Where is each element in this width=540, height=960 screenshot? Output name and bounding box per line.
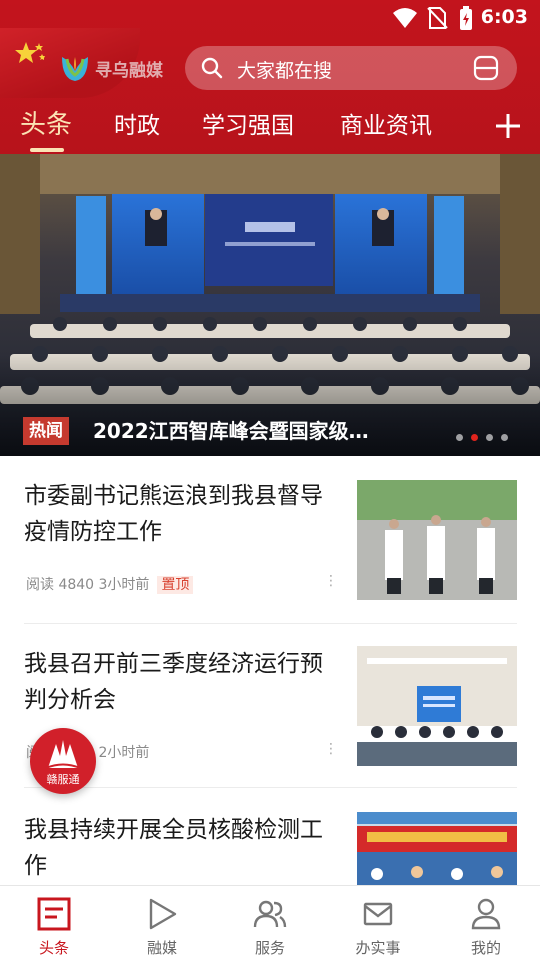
banner-photo — [0, 154, 540, 456]
flag-stars-icon — [15, 42, 45, 63]
headline-banner[interactable]: 热闻 2022江西智库峰会暨国家级… — [0, 154, 540, 456]
carousel-dot-active — [471, 434, 478, 441]
news-thumbnail[interactable] — [357, 646, 517, 766]
logo-text: 寻乌融媒 — [95, 60, 163, 81]
app-screen: 6:03 寻乌融媒 大家都在搜 头条 时政 学习强国 商业资讯 热闻 2022江… — [0, 0, 540, 960]
carousel-indicator — [456, 434, 508, 441]
carousel-dot — [501, 434, 508, 441]
nav-label: 融媒 — [146, 939, 177, 957]
nav-label: 服务 — [254, 939, 285, 957]
play-icon — [149, 898, 177, 930]
more-options-icon[interactable]: ⋮ — [324, 574, 338, 588]
nav-label: 头条 — [38, 939, 69, 957]
nav-label: 我的 — [470, 939, 501, 957]
status-time: 6:03 — [480, 6, 528, 28]
pinned-badge: 置顶 — [157, 576, 194, 594]
fab-label: 赣服通 — [46, 773, 80, 786]
search-bar[interactable]: 大家都在搜 — [185, 46, 517, 90]
tab-politics[interactable]: 时政 — [114, 106, 160, 140]
news-meta: 阅读 4840 3小时前 置顶 — [26, 574, 194, 594]
news-title[interactable]: 市委副书记熊运浪到我县督导疫情防控工作 — [24, 478, 334, 550]
nav-item-headlines[interactable]: 头条 — [0, 886, 108, 960]
no-sim-icon — [427, 7, 448, 29]
wifi-icon — [393, 8, 417, 28]
nav-item-media[interactable]: 融媒 — [108, 886, 216, 960]
search-placeholder: 大家都在搜 — [237, 60, 333, 82]
nav-item-services[interactable]: 服务 — [216, 886, 324, 960]
mail-icon — [363, 902, 393, 926]
hot-badge: 热闻 — [23, 417, 69, 445]
news-icon — [37, 897, 71, 931]
active-tab-indicator — [30, 148, 64, 152]
add-channel-icon[interactable] — [494, 112, 522, 140]
tab-study[interactable]: 学习强国 — [202, 106, 294, 140]
news-thumbnail[interactable] — [357, 480, 517, 600]
news-title[interactable]: 我县持续开展全员核酸检测工作 — [24, 812, 334, 884]
tab-headlines[interactable]: 头条 — [20, 104, 72, 141]
gan-fu-tong-button[interactable]: 赣服通 — [30, 728, 96, 794]
logo-mark-icon — [62, 57, 88, 81]
carousel-dot — [456, 434, 463, 441]
search-icon — [201, 57, 223, 79]
nav-item-profile[interactable]: 我的 — [432, 886, 540, 960]
tab-business[interactable]: 商业资讯 — [340, 106, 432, 140]
channel-tabs: 头条 时政 学习强国 商业资讯 — [0, 104, 540, 152]
news-meta-text: 阅读 4840 3小时前 — [26, 577, 150, 593]
carousel-dot — [486, 434, 493, 441]
app-logo: 寻乌融媒 — [58, 48, 163, 88]
news-item[interactable]: 市委副书记熊运浪到我县督导疫情防控工作 阅读 4840 3小时前 置顶 ⋮ — [0, 456, 540, 624]
news-title[interactable]: 我县召开前三季度经济运行预判分析会 — [24, 646, 334, 718]
news-item[interactable]: 我县持续开展全员核酸检测工作 — [0, 788, 540, 932]
nav-item-affairs[interactable]: 办实事 — [324, 886, 432, 960]
bottom-navigation: 头条 融媒 服务 办实事 我的 — [0, 885, 540, 960]
more-options-icon[interactable]: ⋮ — [324, 742, 338, 756]
battery-icon — [460, 6, 472, 30]
people-icon — [253, 900, 287, 928]
nav-label: 办实事 — [355, 939, 401, 957]
status-bar: 6:03 — [0, 0, 540, 36]
banner-title[interactable]: 2022江西智库峰会暨国家级… — [93, 417, 369, 445]
profile-icon — [471, 898, 501, 930]
scan-icon[interactable] — [473, 55, 499, 81]
header: 6:03 寻乌融媒 大家都在搜 头条 时政 学习强国 商业资讯 — [0, 0, 540, 154]
